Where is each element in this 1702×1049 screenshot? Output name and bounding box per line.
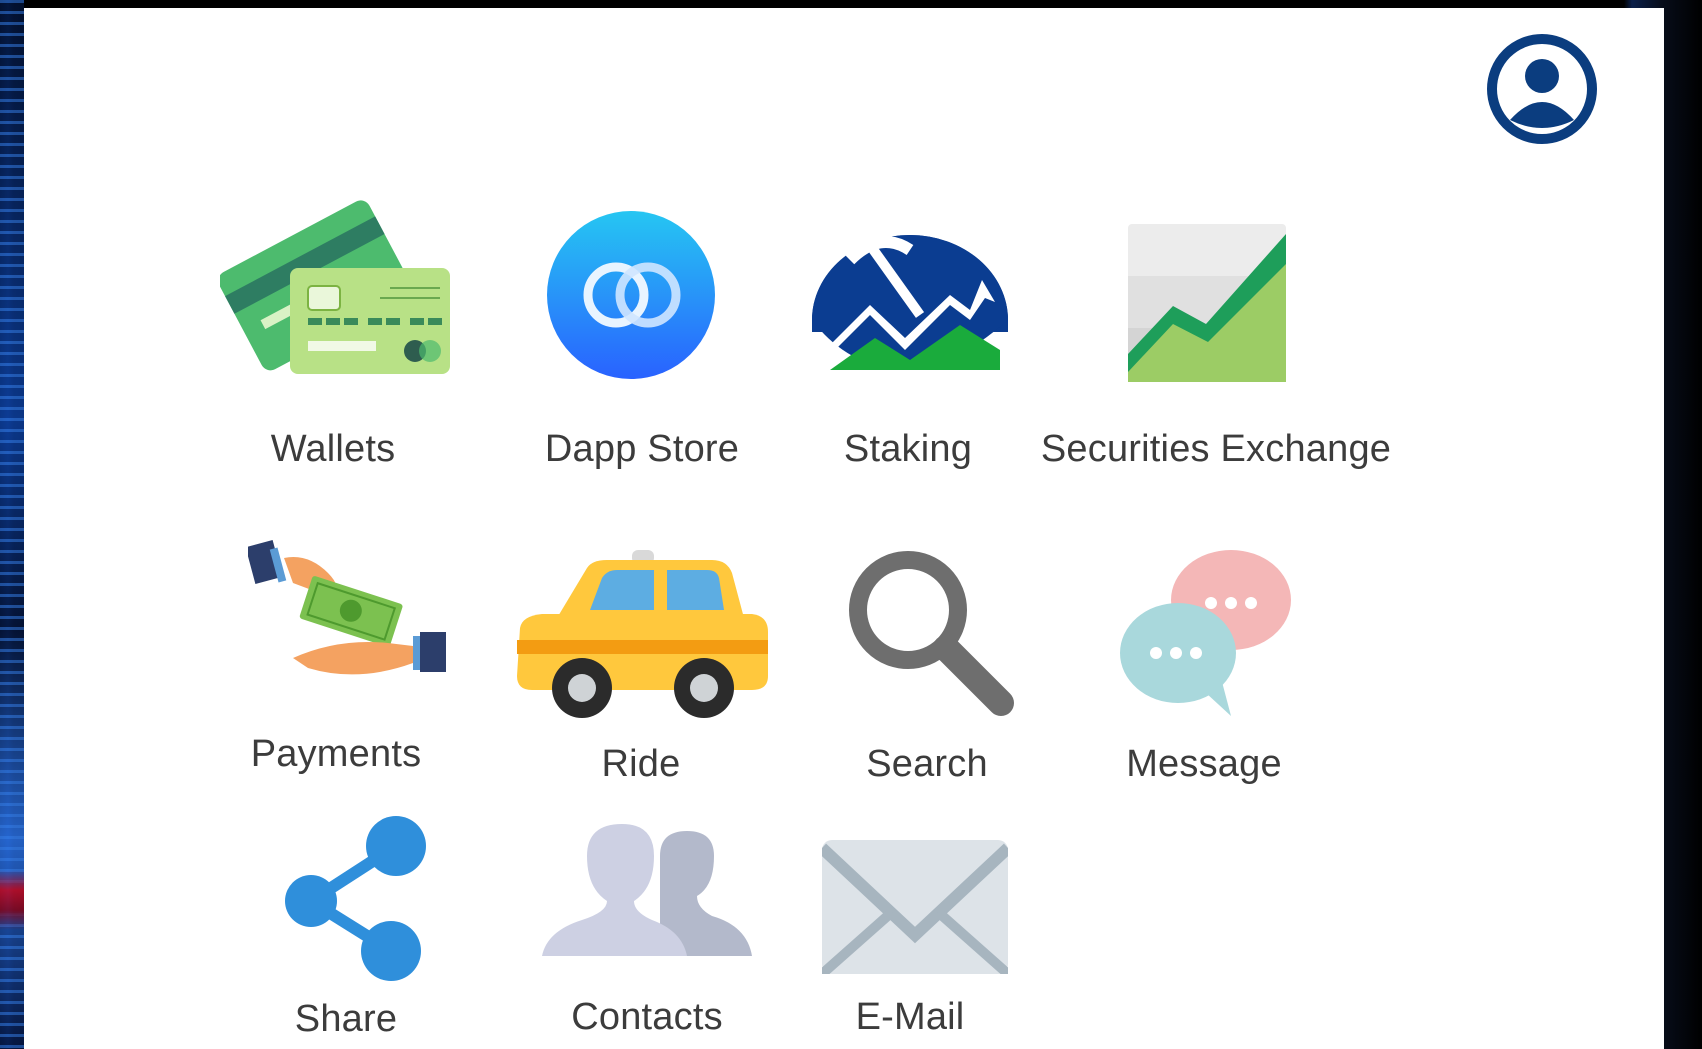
- profile-button[interactable]: [1485, 32, 1599, 146]
- app-label: Contacts: [571, 996, 723, 1038]
- magnifier-icon: [849, 551, 1014, 716]
- app-label: Securities Exchange: [1040, 428, 1392, 470]
- app-label: Ride: [601, 743, 681, 785]
- contacts-icon: [542, 824, 752, 956]
- app-label: Payments: [250, 733, 422, 775]
- chat-bubbles-icon: [1120, 550, 1291, 716]
- app-label: Dapp Store: [544, 428, 740, 470]
- taxi-icon: [517, 550, 768, 718]
- app-launcher-panel: Wallets Dapp Store Staking Securities Ex…: [24, 8, 1664, 1049]
- dapp-store-icon: [547, 211, 715, 379]
- credit-cards-icon: [220, 200, 450, 374]
- cash-hand-icon: [248, 540, 446, 675]
- app-label: Wallets: [270, 428, 396, 470]
- app-label: E-Mail: [855, 996, 965, 1038]
- app-label: Staking: [843, 428, 973, 470]
- app-label: Search: [866, 743, 988, 785]
- app-label: Share: [294, 998, 398, 1040]
- share-icon: [285, 816, 426, 981]
- envelope-icon: [822, 840, 1008, 974]
- app-label: Message: [1126, 743, 1282, 785]
- pickaxe-mountain-icon: [812, 235, 1008, 370]
- user-circle-icon: [1487, 34, 1597, 144]
- background-edge: [0, 0, 24, 1049]
- chart-up-icon: [1128, 224, 1286, 382]
